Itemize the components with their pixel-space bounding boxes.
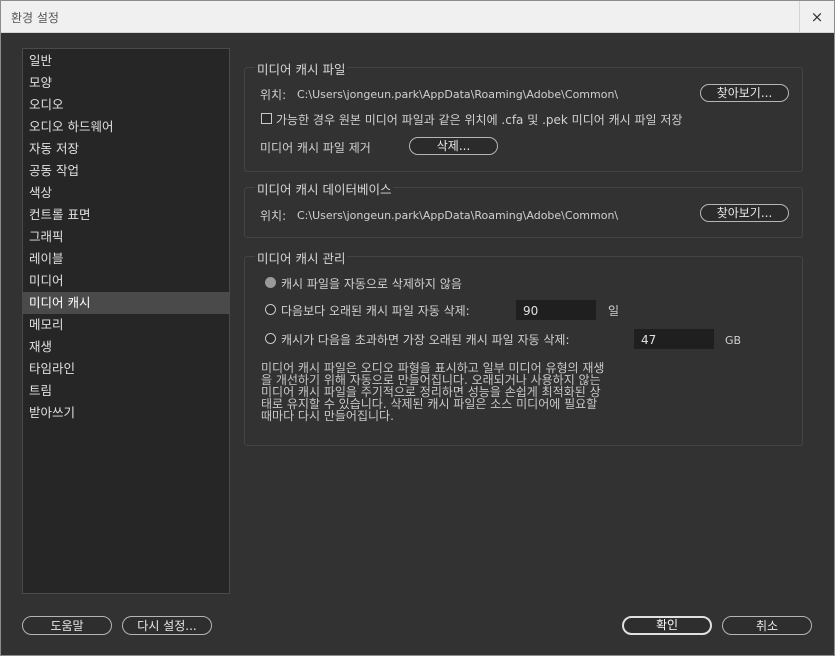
save-next-to-originals-label: 가능한 경우 원본 미디어 파일과 같은 위치에 .cfa 및 .pek 미디어… xyxy=(276,113,683,127)
cache-files-location-label: 위치: xyxy=(260,88,287,102)
title-bar: 환경 설정 × xyxy=(1,1,834,33)
never-delete-radio[interactable] xyxy=(265,277,276,288)
sidebar-item[interactable]: 미디어 캐시 xyxy=(23,292,229,314)
sidebar-item[interactable]: 색상 xyxy=(23,182,229,204)
media-cache-files-group: 미디어 캐시 파일 위치: C:\Users\jongeun.park\AppD… xyxy=(244,59,803,172)
cache-db-browse-button[interactable]: 찾아보기... xyxy=(700,204,789,222)
media-cache-files-title: 미디어 캐시 파일 xyxy=(255,59,348,78)
delete-older-radio[interactable] xyxy=(265,304,276,315)
cache-files-location-path: C:\Users\jongeun.park\AppData\Roaming\Ad… xyxy=(297,88,619,101)
dialog-title: 환경 설정 xyxy=(11,11,59,25)
media-cache-management-group: 미디어 캐시 관리 캐시 파일을 자동으로 삭제하지 않음 다음보다 오래된 캐… xyxy=(244,248,803,446)
remove-cache-files-label: 미디어 캐시 파일 제거 xyxy=(260,141,371,155)
cache-db-location-path: C:\Users\jongeun.park\AppData\Roaming\Ad… xyxy=(297,209,619,222)
sidebar-item[interactable]: 오디오 하드웨어 xyxy=(23,116,229,138)
never-delete-label: 캐시 파일을 자동으로 삭제하지 않음 xyxy=(281,277,462,291)
sidebar-item[interactable]: 컨트롤 표면 xyxy=(23,204,229,226)
close-icon[interactable]: × xyxy=(799,1,834,32)
sidebar-item[interactable]: 그래픽 xyxy=(23,226,229,248)
sidebar-item[interactable]: 공동 작업 xyxy=(23,160,229,182)
sidebar-item[interactable]: 재생 xyxy=(23,336,229,358)
sidebar-item[interactable]: 타임라인 xyxy=(23,358,229,380)
sidebar-item[interactable]: 일반 xyxy=(23,50,229,72)
reset-button[interactable]: 다시 설정... xyxy=(122,616,212,635)
save-next-to-originals-checkbox[interactable] xyxy=(261,113,272,124)
older-than-unit-label: 일 xyxy=(608,304,620,318)
sidebar-item[interactable]: 오디오 xyxy=(23,94,229,116)
sidebar-item[interactable]: 트림 xyxy=(23,380,229,402)
cache-description-line: 때마다 다시 만들어집니다. xyxy=(261,409,394,423)
older-than-days-input[interactable]: 90 xyxy=(516,300,596,320)
media-cache-database-group: 미디어 캐시 데이터베이스 위치: C:\Users\jongeun.park\… xyxy=(244,179,803,238)
delete-cache-files-button[interactable]: 삭제... xyxy=(409,137,498,155)
media-cache-database-title: 미디어 캐시 데이터베이스 xyxy=(255,179,394,198)
delete-exceeds-label: 캐시가 다음을 초과하면 가장 오래된 캐시 파일 자동 삭제: xyxy=(281,333,570,347)
sidebar-item[interactable]: 미디어 xyxy=(23,270,229,292)
delete-exceeds-radio[interactable] xyxy=(265,333,276,344)
delete-older-label: 다음보다 오래된 캐시 파일 자동 삭제: xyxy=(281,304,470,318)
cache-files-browse-button[interactable]: 찾아보기... xyxy=(700,84,789,102)
sidebar-item[interactable]: 받아쓰기 xyxy=(23,402,229,424)
cache-description: 미디어 캐시 파일은 오디오 파형을 표시하고 일부 미디어 유형의 재생 을 … xyxy=(261,362,681,422)
cache-db-location-label: 위치: xyxy=(260,209,287,223)
sidebar-item[interactable]: 메모리 xyxy=(23,314,229,336)
exceeds-unit-label: GB xyxy=(725,334,742,347)
sidebar-item[interactable]: 레이블 xyxy=(23,248,229,270)
help-button[interactable]: 도움말 xyxy=(22,616,112,635)
preferences-dialog: 환경 설정 × 일반 모양 오디오 오디오 하드웨어 자동 저장 공동 작업 색상 컨트롤 표… xyxy=(0,0,835,656)
preferences-sidebar: 일반 모양 오디오 오디오 하드웨어 자동 저장 공동 작업 색상 컨트롤 표면 그래픽 레이블 미… xyxy=(22,48,230,594)
exceeds-size-input[interactable]: 47 xyxy=(634,329,714,349)
cancel-button[interactable]: 취소 xyxy=(722,616,812,635)
media-cache-management-title: 미디어 캐시 관리 xyxy=(255,248,348,267)
sidebar-item[interactable]: 자동 저장 xyxy=(23,138,229,160)
ok-button[interactable]: 확인 xyxy=(622,616,712,635)
sidebar-item[interactable]: 모양 xyxy=(23,72,229,94)
